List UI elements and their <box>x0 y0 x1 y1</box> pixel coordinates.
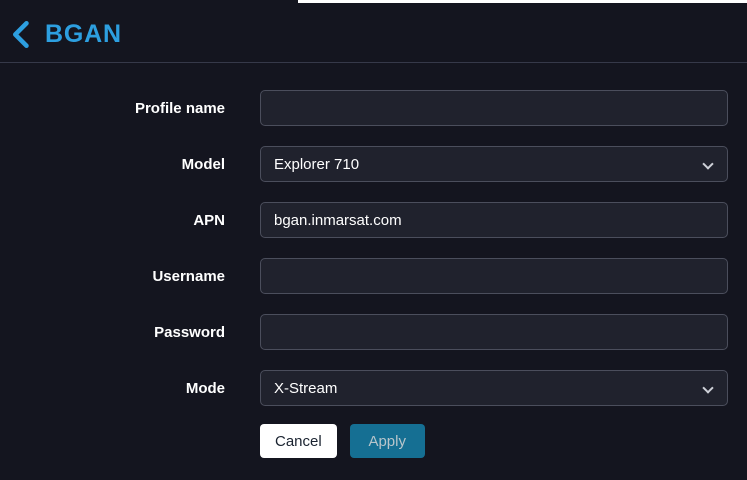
chevron-down-icon <box>702 158 713 169</box>
model-select[interactable]: Explorer 710 <box>260 146 728 182</box>
profile-name-label: Profile name <box>0 100 225 117</box>
password-control <box>260 314 728 350</box>
model-control: Explorer 710 <box>260 146 728 182</box>
apn-control <box>260 202 728 238</box>
mode-label: Mode <box>0 380 225 397</box>
page-header: BGAN <box>0 0 747 63</box>
password-input[interactable] <box>260 314 728 350</box>
apn-input[interactable] <box>260 202 728 238</box>
form-row-apn: APN <box>0 202 747 238</box>
form-actions: Cancel Apply <box>260 424 747 458</box>
profile-name-input[interactable] <box>260 90 728 126</box>
model-select-value: Explorer 710 <box>274 156 359 173</box>
mode-control: X-Stream <box>260 370 728 406</box>
mode-select[interactable]: X-Stream <box>260 370 728 406</box>
back-button[interactable] <box>11 21 30 48</box>
username-input[interactable] <box>260 258 728 294</box>
username-label: Username <box>0 268 225 285</box>
form-row-mode: Mode X-Stream <box>0 370 747 406</box>
username-control <box>260 258 728 294</box>
form-row-password: Password <box>0 314 747 350</box>
password-label: Password <box>0 324 225 341</box>
model-label: Model <box>0 156 225 173</box>
profile-name-control <box>260 90 728 126</box>
page-title: BGAN <box>45 20 122 49</box>
viewport-edge <box>298 0 747 3</box>
cancel-button[interactable]: Cancel <box>260 424 337 458</box>
chevron-left-icon <box>11 21 30 48</box>
form-row-username: Username <box>0 258 747 294</box>
form-row-profile-name: Profile name <box>0 90 747 126</box>
apply-button[interactable]: Apply <box>350 424 425 458</box>
apn-label: APN <box>0 212 225 229</box>
form-row-model: Model Explorer 710 <box>0 146 747 182</box>
chevron-down-icon <box>702 382 713 393</box>
bgan-profile-form: Profile name Model Explorer 710 APN User… <box>0 63 747 458</box>
mode-select-value: X-Stream <box>274 380 337 397</box>
